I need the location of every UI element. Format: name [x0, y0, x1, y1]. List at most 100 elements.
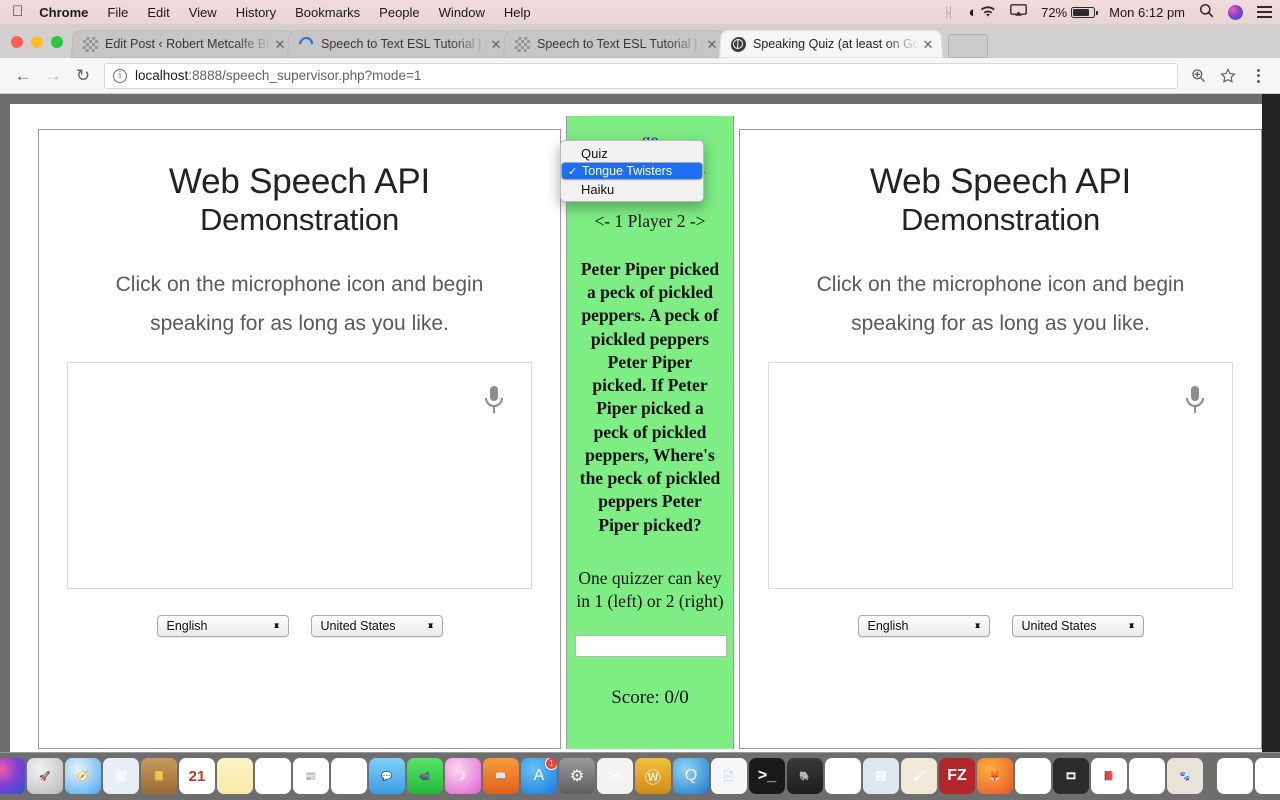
- zoom-in-icon[interactable]: [1184, 62, 1212, 90]
- menubar-item-file[interactable]: File: [107, 5, 128, 20]
- dock-item-photos[interactable]: ✿: [331, 758, 367, 794]
- dock-item-reminders[interactable]: ☰: [255, 758, 291, 794]
- left-transcript-box[interactable]: [67, 362, 532, 589]
- microphone-icon[interactable]: [481, 383, 507, 422]
- star-icon[interactable]: [1214, 62, 1242, 90]
- browser-tab-3[interactable]: Speech to Text ESL Tutorial | R ✕: [503, 30, 727, 58]
- dock-item-textedit[interactable]: 📄: [711, 758, 747, 794]
- browser-tab-4-active[interactable]: Speaking Quiz (at least on Goo ✕: [719, 30, 943, 58]
- dock-item-word-app[interactable]: Ⓦ: [635, 758, 671, 794]
- dock-item-ibooks[interactable]: 📖: [483, 758, 519, 794]
- dock-item-launchpad[interactable]: 🚀: [27, 758, 63, 794]
- left-dialect-select[interactable]: United States ▲▼: [311, 615, 443, 637]
- dock-item-documents-stack[interactable]: [1255, 758, 1280, 794]
- dock-icon-glyph: 📕: [1103, 771, 1114, 782]
- reload-icon[interactable]: ↻: [68, 61, 98, 91]
- menubar-item-edit[interactable]: Edit: [147, 5, 169, 20]
- dock-item-photo-editor[interactable]: 🎞: [1053, 758, 1089, 794]
- right-dialect-select[interactable]: United States ▲▼: [1012, 615, 1144, 637]
- dock-item-contacts[interactable]: 📒: [141, 758, 177, 794]
- airplay-icon[interactable]: [1010, 4, 1027, 20]
- page-info-icon[interactable]: i: [113, 69, 127, 83]
- score-label: Score: 0/0: [575, 687, 725, 709]
- dock-icon-glyph: 📒: [153, 771, 164, 782]
- dock-item-safari[interactable]: 🧭: [65, 758, 101, 794]
- kebab-menu-icon[interactable]: [1244, 62, 1272, 90]
- menubar-item-bookmarks[interactable]: Bookmarks: [295, 5, 360, 20]
- right-speech-panel: Web Speech API Demonstration Click on th…: [739, 129, 1262, 749]
- dock-item-siri[interactable]: [0, 758, 25, 794]
- dock-item-chrome[interactable]: [1015, 758, 1051, 794]
- menubar-item-view[interactable]: View: [189, 5, 217, 20]
- maximize-window-button[interactable]: [51, 36, 63, 48]
- dock-item-terminal[interactable]: >_: [749, 758, 785, 794]
- dock-item-quicktime[interactable]: Q: [673, 758, 709, 794]
- popup-option-tongue-twisters[interactable]: ✓ Tongue Twisters: [561, 162, 703, 180]
- dock-item-itunes[interactable]: ♪: [445, 758, 481, 794]
- apple-menu-icon[interactable]: : [12, 4, 23, 19]
- forward-arrow-icon[interactable]: →: [38, 61, 68, 91]
- tongue-twister-text: Peter Piper picked a peck of pickled pep…: [575, 258, 725, 537]
- answer-input[interactable]: [575, 635, 727, 657]
- dock-item-image-capture[interactable]: ✂: [597, 758, 633, 794]
- menubar-item-chrome[interactable]: Chrome: [39, 5, 88, 20]
- right-transcript-box[interactable]: [768, 362, 1233, 589]
- left-language-select[interactable]: English ▲▼: [157, 615, 289, 637]
- right-title-line2: Demonstration: [740, 202, 1261, 238]
- dock-item-sketchup[interactable]: ✒: [1129, 758, 1165, 794]
- dock-item-photoscape[interactable]: 🏞: [863, 758, 899, 794]
- address-bar[interactable]: i localhost :8888/speech_supervisor.php?…: [104, 63, 1178, 89]
- tab-close-icon[interactable]: ✕: [272, 38, 289, 51]
- dock-item-photo-booth[interactable]: 🖼: [103, 758, 139, 794]
- close-window-button[interactable]: [11, 36, 23, 48]
- dock-icon-glyph: 🦊: [989, 771, 1000, 782]
- search-icon[interactable]: [1199, 3, 1214, 21]
- tab-close-icon[interactable]: ✕: [920, 38, 937, 51]
- popup-option-haiku[interactable]: Haiku: [561, 180, 703, 198]
- right-dialect-value: United States: [1022, 619, 1097, 633]
- new-tab-button[interactable]: [948, 34, 988, 58]
- dock-item-paint-app[interactable]: 🖌: [901, 758, 937, 794]
- dock-item-filezilla[interactable]: FZ: [939, 758, 975, 794]
- center-panel-content: ge Speech to Text) <- 1 Player 2 -> Pete…: [567, 116, 733, 709]
- dock-item-messages[interactable]: 💬: [369, 758, 405, 794]
- popup-option-quiz[interactable]: Quiz: [561, 144, 703, 162]
- battery-indicator[interactable]: 72%: [1041, 5, 1095, 20]
- browser-tab-2[interactable]: Speech to Text ESL Tutorial | R ✕: [287, 30, 511, 58]
- dock-item-opera[interactable]: O: [825, 758, 861, 794]
- dock-icon-glyph: 🖌: [913, 771, 924, 782]
- browser-tab-1[interactable]: Edit Post ‹ Robert Metcalfe Blo ✕: [71, 30, 295, 58]
- tab-close-icon[interactable]: ✕: [488, 38, 505, 51]
- bluetooth-icon[interactable]: ᚺ: [944, 4, 952, 20]
- menubar-item-help[interactable]: Help: [504, 5, 531, 20]
- right-language-select[interactable]: English ▲▼: [858, 615, 990, 637]
- back-arrow-icon[interactable]: ←: [8, 61, 38, 91]
- dock-item-comic-app[interactable]: 📕: [1091, 758, 1127, 794]
- dock-items: 🙂🚀🧭🖼📒21☰📰✿💬📹♪📖A1⚙✂ⓌQ📄>_🐘O🏞🖌FZ🦊🎞📕✒🐾: [0, 758, 1203, 798]
- dock-item-facetime[interactable]: 📹: [407, 758, 443, 794]
- wifi-icon[interactable]: ◖︎: [967, 4, 996, 21]
- right-page-title: Web Speech API Demonstration: [740, 162, 1261, 238]
- macos-menubar:  Chrome File Edit View History Bookmark…: [0, 0, 1280, 24]
- menubar-item-history[interactable]: History: [236, 5, 276, 20]
- dock-item-calendar[interactable]: 21: [179, 758, 215, 794]
- minimize-window-button[interactable]: [31, 36, 43, 48]
- dock-item-downloads-stack[interactable]: [1217, 758, 1253, 794]
- tab-close-icon[interactable]: ✕: [704, 38, 721, 51]
- dock-item-firefox[interactable]: 🦊: [977, 758, 1013, 794]
- dock-icon-glyph: O: [837, 767, 849, 785]
- dock-item-news[interactable]: 📰: [293, 758, 329, 794]
- dock-item-notes[interactable]: [217, 758, 253, 794]
- dock-item-app-store[interactable]: A1: [521, 758, 557, 794]
- dock-item-sequel-pro[interactable]: 🐘: [787, 758, 823, 794]
- microphone-icon[interactable]: [1182, 383, 1208, 422]
- menubar-clock[interactable]: Mon 6:12 pm: [1109, 5, 1185, 20]
- dock-item-gimp[interactable]: 🐾: [1167, 758, 1203, 794]
- menubar-item-window[interactable]: Window: [439, 5, 485, 20]
- mode-select-popup[interactable]: Quiz ✓ Tongue Twisters Haiku: [560, 140, 704, 202]
- dock-item-system-preferences[interactable]: ⚙: [559, 758, 595, 794]
- tab-title: Speech to Text ESL Tutorial | R: [537, 37, 705, 51]
- notification-center-icon[interactable]: [1257, 6, 1272, 18]
- siri-icon[interactable]: [1228, 5, 1243, 20]
- menubar-item-people[interactable]: People: [379, 5, 419, 20]
